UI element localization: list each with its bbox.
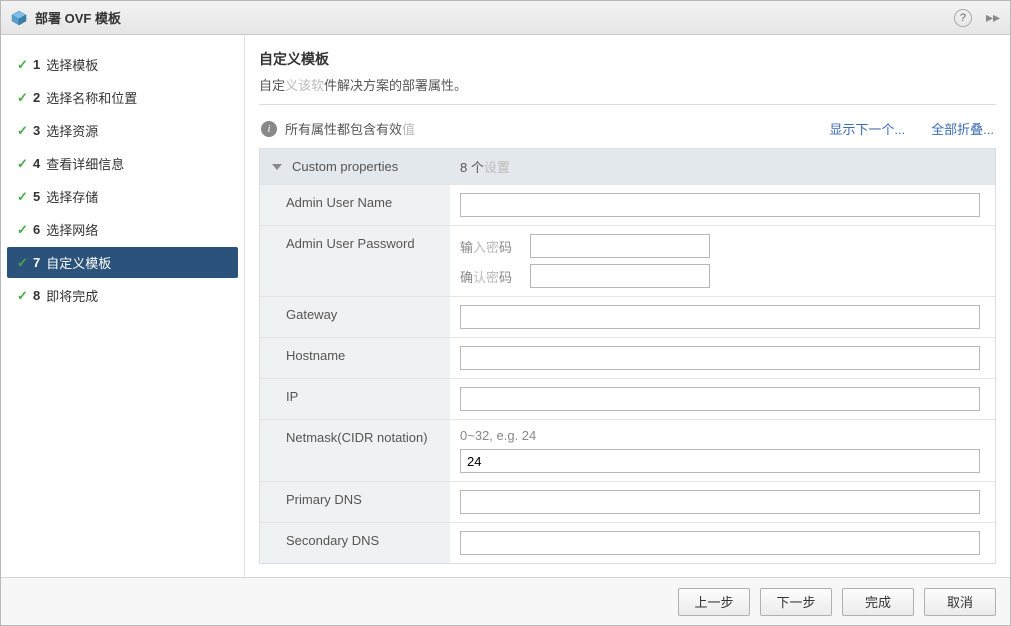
- label-enter-password: 输入密码: [460, 237, 520, 256]
- row-secondary-dns: Secondary DNS: [260, 523, 995, 563]
- step-select-network[interactable]: ✓6选择网络: [7, 214, 238, 245]
- step-select-resource[interactable]: ✓3选择资源: [7, 115, 238, 146]
- check-icon: ✓: [17, 255, 33, 271]
- divider: [259, 104, 996, 105]
- check-icon: ✓: [17, 90, 33, 106]
- label-primary-dns: Primary DNS: [260, 482, 450, 522]
- input-gateway[interactable]: [460, 305, 980, 329]
- finish-button[interactable]: 完成: [842, 588, 914, 616]
- input-netmask[interactable]: [460, 449, 980, 473]
- step-select-storage[interactable]: ✓5选择存储: [7, 181, 238, 212]
- check-icon: ✓: [17, 189, 33, 205]
- wizard-footer: 上一步 下一步 完成 取消: [1, 577, 1010, 625]
- row-gateway: Gateway: [260, 297, 995, 338]
- input-admin-user-name[interactable]: [460, 193, 980, 217]
- step-select-name-location[interactable]: ✓2选择名称和位置: [7, 82, 238, 113]
- check-icon: ✓: [17, 156, 33, 172]
- page-description: 自定义该软件解决方案的部署属性。: [259, 75, 996, 94]
- step-review-details[interactable]: ✓4查看详细信息: [7, 148, 238, 179]
- label-ip: IP: [260, 379, 450, 419]
- label-admin-user-password: Admin User Password: [260, 226, 450, 296]
- properties-grid: Custom properties 8 个设置 Admin User Name …: [259, 148, 996, 564]
- step-customize-template[interactable]: ✓7自定义模板: [7, 247, 238, 278]
- input-enter-password[interactable]: [530, 234, 710, 258]
- back-button[interactable]: 上一步: [678, 588, 750, 616]
- main-panel: 自定义模板 自定义该软件解决方案的部署属性。 i 所有属性都包含有效值 显示下一…: [245, 35, 1010, 577]
- expand-icon[interactable]: ▸▸: [986, 9, 1000, 26]
- next-button[interactable]: 下一步: [760, 588, 832, 616]
- step-ready-complete[interactable]: ✓8即将完成: [7, 280, 238, 311]
- check-icon: ✓: [17, 57, 33, 73]
- input-hostname[interactable]: [460, 346, 980, 370]
- row-hostname: Hostname: [260, 338, 995, 379]
- label-hostname: Hostname: [260, 338, 450, 378]
- input-confirm-password[interactable]: [530, 264, 710, 288]
- window-title: 部署 OVF 模板: [35, 8, 946, 27]
- label-netmask: Netmask(CIDR notation): [260, 420, 450, 481]
- section-count: 8 个设置: [450, 149, 995, 184]
- row-ip: IP: [260, 379, 995, 420]
- section-custom-properties[interactable]: Custom properties 8 个设置: [260, 149, 995, 185]
- row-admin-user-name: Admin User Name: [260, 185, 995, 226]
- validation-status-text: 所有属性都包含有效值: [285, 119, 803, 138]
- label-admin-user-name: Admin User Name: [260, 185, 450, 225]
- input-ip[interactable]: [460, 387, 980, 411]
- check-icon: ✓: [17, 222, 33, 238]
- cancel-button[interactable]: 取消: [924, 588, 996, 616]
- netmask-hint: 0~32, e.g. 24: [460, 428, 985, 443]
- chevron-down-icon: [272, 164, 282, 170]
- validation-status-row: i 所有属性都包含有效值 显示下一个... 全部折叠...: [259, 119, 996, 138]
- step-select-template[interactable]: ✓1选择模板: [7, 49, 238, 80]
- row-netmask: Netmask(CIDR notation) 0~32, e.g. 24: [260, 420, 995, 482]
- label-confirm-password: 确认密码: [460, 267, 520, 286]
- check-icon: ✓: [17, 123, 33, 139]
- label-gateway: Gateway: [260, 297, 450, 337]
- collapse-all-link[interactable]: 全部折叠...: [931, 119, 994, 138]
- label-secondary-dns: Secondary DNS: [260, 523, 450, 563]
- cube-icon: [11, 10, 27, 26]
- check-icon: ✓: [17, 288, 33, 304]
- wizard-sidebar: ✓1选择模板 ✓2选择名称和位置 ✓3选择资源 ✓4查看详细信息 ✓5选择存储 …: [1, 35, 245, 577]
- input-secondary-dns[interactable]: [460, 531, 980, 555]
- input-primary-dns[interactable]: [460, 490, 980, 514]
- row-admin-user-password: Admin User Password 输入密码 确认密码: [260, 226, 995, 297]
- info-icon: i: [261, 121, 277, 137]
- page-title: 自定义模板: [259, 49, 996, 69]
- titlebar: 部署 OVF 模板 ? ▸▸: [1, 1, 1010, 35]
- show-next-link[interactable]: 显示下一个...: [829, 119, 905, 138]
- help-icon[interactable]: ?: [954, 9, 972, 27]
- row-primary-dns: Primary DNS: [260, 482, 995, 523]
